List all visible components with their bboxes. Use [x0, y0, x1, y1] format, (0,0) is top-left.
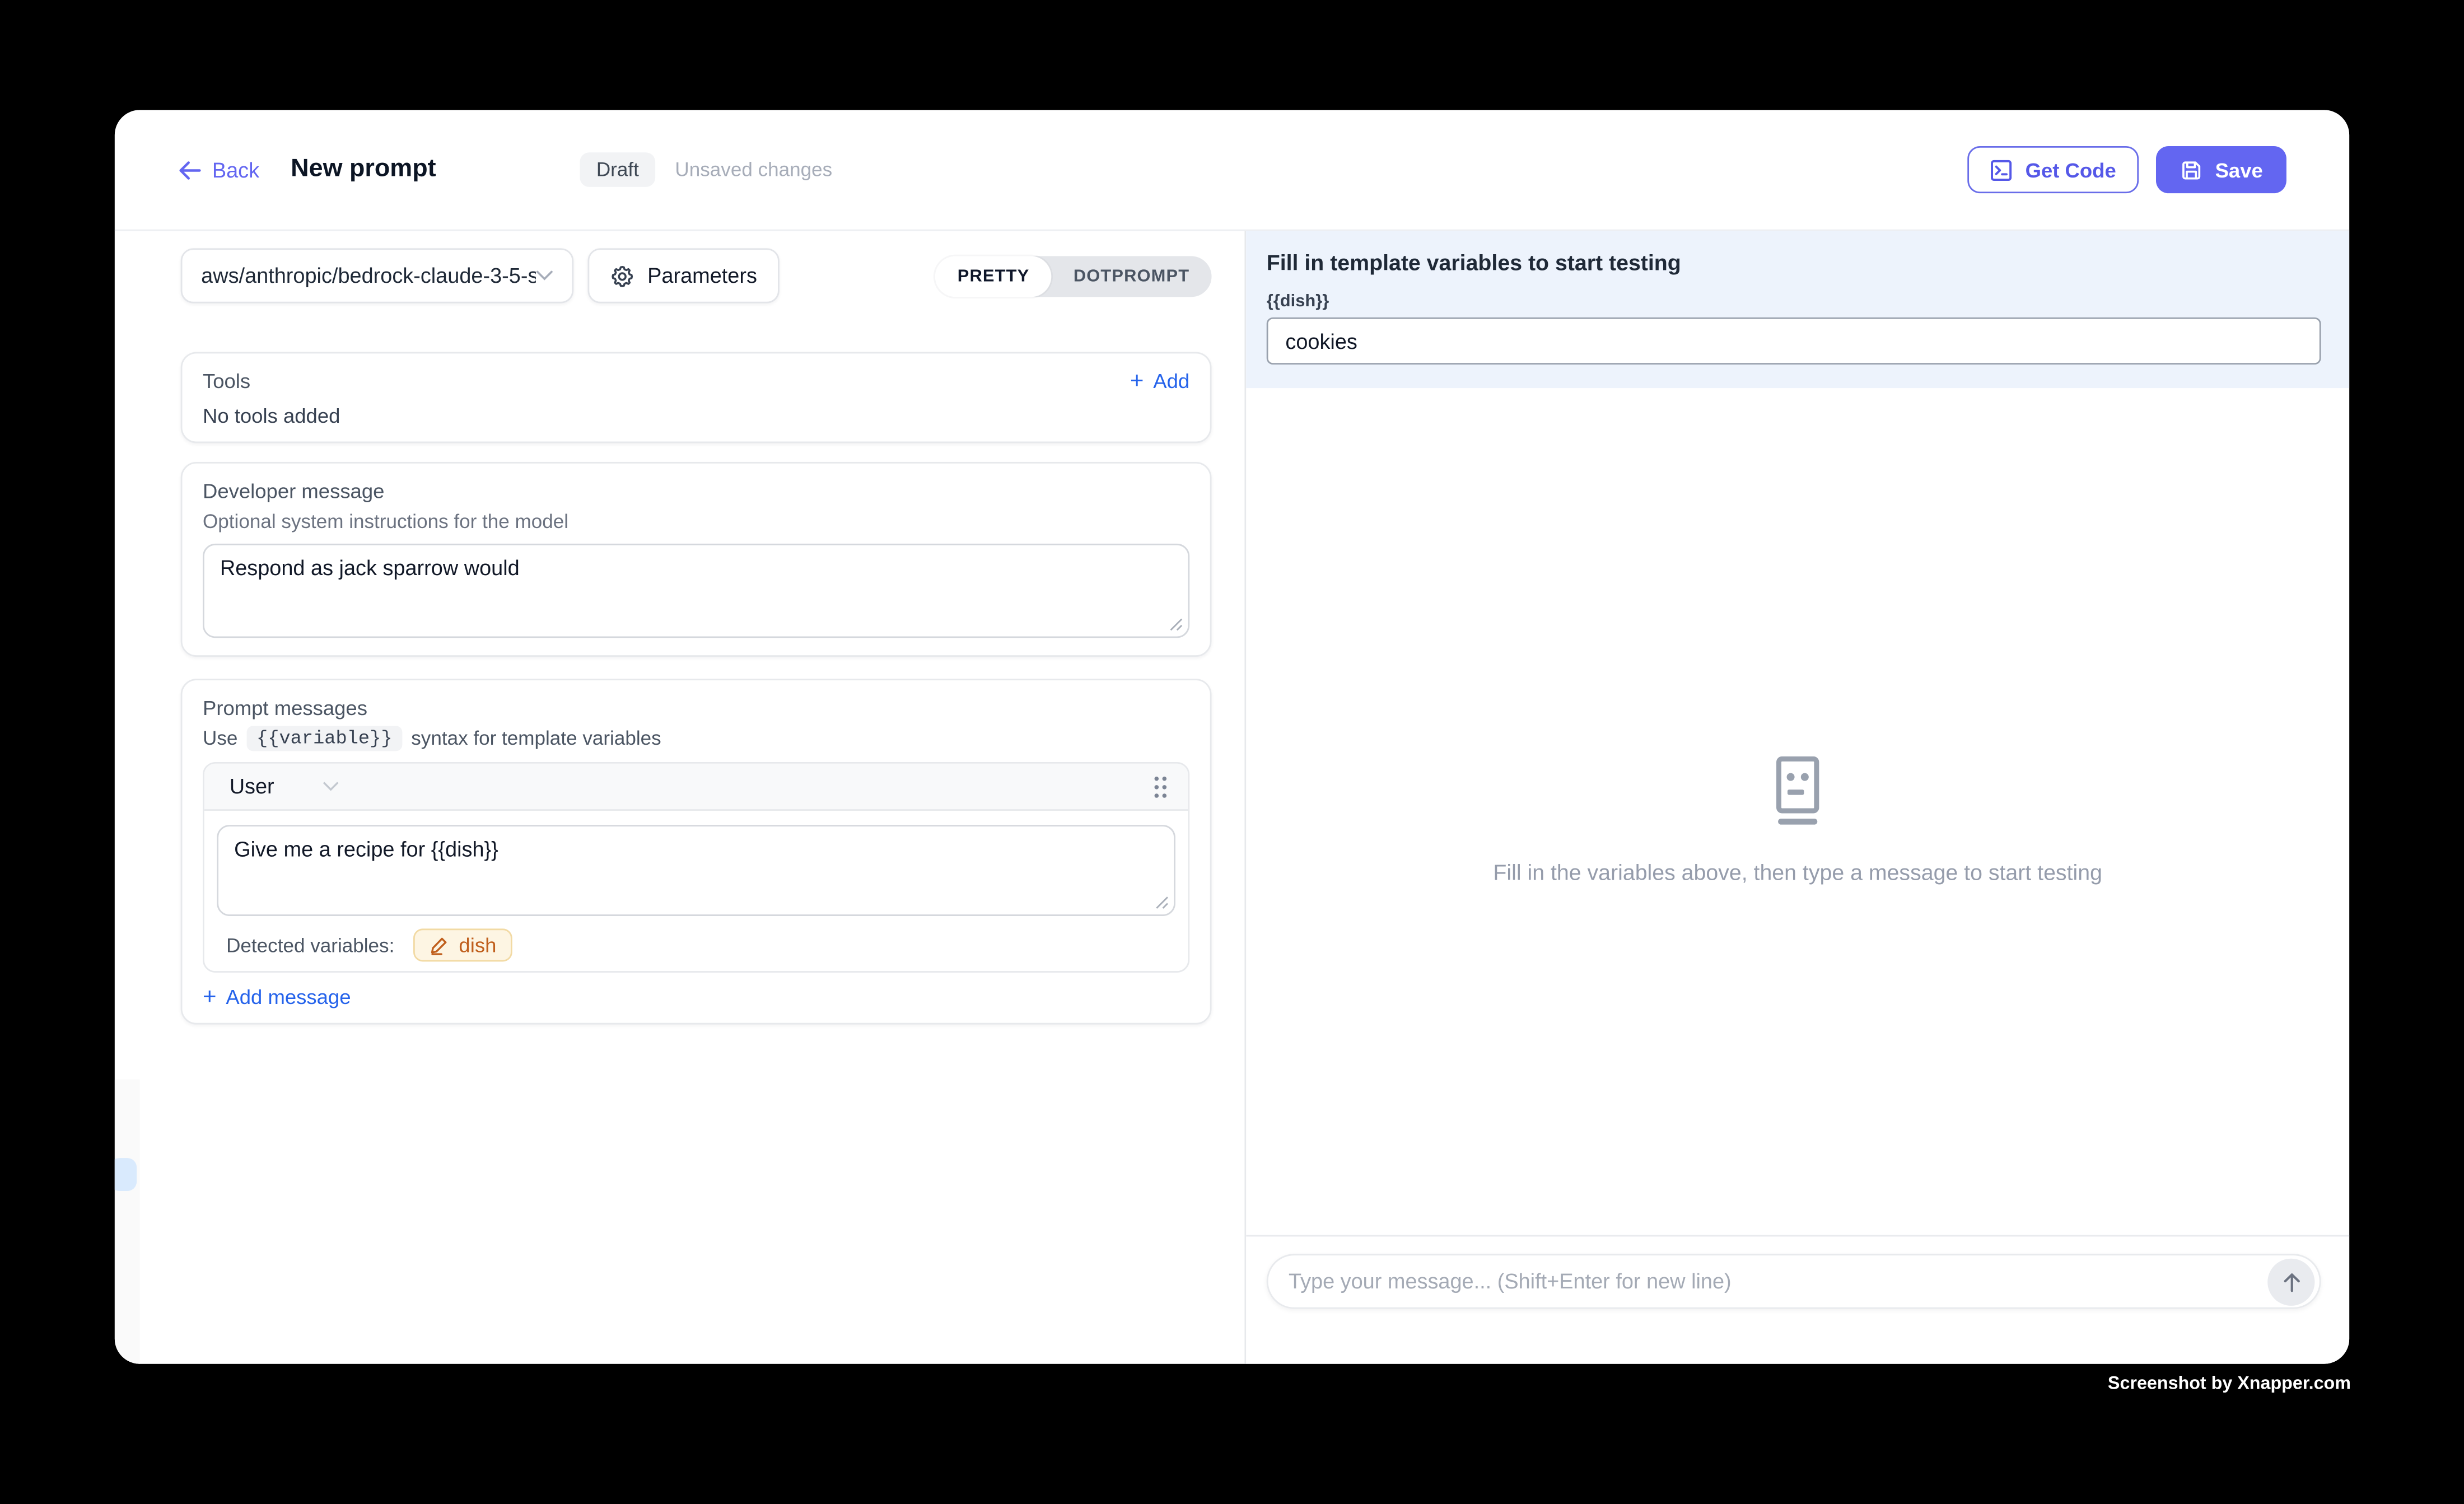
developer-message-card: Developer message Optional system instru… [181, 462, 1212, 657]
main-content: aws/anthropic/bedrock-claude-3-5-s... Pa… [115, 231, 2349, 1363]
header-bar: Back New prompt Draft Unsaved changes Ge… [115, 110, 2349, 231]
gear-icon [610, 263, 635, 288]
header-actions: Get Code Save [1967, 146, 2286, 193]
add-message-label: Add message [226, 985, 351, 1008]
role-selector[interactable]: User [230, 774, 339, 798]
terminal-icon [1989, 158, 2013, 181]
scale-viewport: Back New prompt Draft Unsaved changes Ge… [0, 0, 2464, 1504]
message-block: User Give me a recipe for {{ [203, 762, 1189, 973]
add-tool-button[interactable]: + Add [1130, 369, 1189, 393]
app-window: Back New prompt Draft Unsaved changes Ge… [115, 110, 2349, 1363]
status-badge: Draft [581, 152, 655, 187]
test-pane: Fill in template variables to start test… [1246, 231, 2349, 1363]
model-toolbar: aws/anthropic/bedrock-claude-3-5-s... Pa… [181, 248, 1212, 303]
pencil-icon [429, 935, 449, 955]
add-message-button[interactable]: + Add message [203, 985, 351, 1008]
arrow-up-icon [2281, 1271, 2301, 1292]
developer-message-subtitle: Optional system instructions for the mod… [203, 511, 1189, 533]
variables-panel-heading: Fill in template variables to start test… [1267, 250, 2321, 275]
message-textarea[interactable]: Give me a recipe for {{dish}} [217, 825, 1175, 916]
chevron-down-icon [536, 270, 553, 282]
plus-icon: + [203, 985, 217, 1008]
back-label: Back [212, 158, 259, 181]
detected-variables-row: Detected variables: dish [217, 928, 1175, 961]
role-label: User [230, 774, 274, 798]
plus-icon: + [1130, 369, 1144, 393]
tools-empty-text: No tools added [203, 404, 1189, 427]
chat-message-input[interactable] [1289, 1269, 2267, 1293]
save-button[interactable]: Save [2155, 146, 2286, 193]
save-icon [2179, 158, 2202, 181]
view-mode-toggle: PRETTY DOTPROMPT [936, 255, 1212, 296]
chevron-down-icon [321, 781, 339, 792]
back-arrow-icon [178, 160, 201, 180]
page-title: New prompt [291, 156, 436, 184]
hint-prefix: Use [203, 727, 237, 749]
resize-handle-icon[interactable] [1155, 895, 1169, 909]
variable-name-label: {{dish}} [1267, 292, 2321, 311]
get-code-label: Get Code [2026, 158, 2116, 181]
send-button[interactable] [2267, 1258, 2314, 1305]
prompt-messages-card: Prompt messages Use {{variable}} syntax … [181, 679, 1212, 1024]
hint-suffix: syntax for template variables [411, 727, 661, 749]
prompt-editor-pane: aws/anthropic/bedrock-claude-3-5-s... Pa… [115, 231, 1246, 1363]
message-body: Give me a recipe for {{dish}} Detected v… [204, 811, 1188, 971]
resize-handle-icon[interactable] [1169, 618, 1183, 632]
toggle-option-dotprompt[interactable]: DOTPROMPT [1052, 255, 1212, 296]
chat-input [1267, 1254, 2321, 1309]
prompt-messages-title: Prompt messages [203, 696, 1189, 720]
developer-message-textarea[interactable]: Respond as jack sparrow would [203, 544, 1189, 638]
model-selector[interactable]: aws/anthropic/bedrock-claude-3-5-s... [181, 248, 574, 303]
sidebar-selection-highlight [115, 1158, 137, 1191]
get-code-button[interactable]: Get Code [1967, 146, 2138, 193]
detected-variables-label: Detected variables: [226, 934, 394, 956]
chat-empty-text: Fill in the variables above, then type a… [1493, 860, 2102, 885]
variable-syntax-chip: {{variable}} [247, 726, 402, 751]
save-label: Save [2215, 158, 2263, 181]
chat-empty-state: Fill in the variables above, then type a… [1246, 756, 2349, 885]
developer-message-title: Developer message [203, 479, 1189, 503]
parameters-label: Parameters [647, 264, 757, 287]
back-button[interactable]: Back [178, 158, 259, 181]
variable-value-input[interactable] [1267, 317, 2321, 365]
add-tool-label: Add [1153, 369, 1189, 393]
drag-handle-icon[interactable] [1152, 774, 1169, 799]
watermark: Screenshot by Xnapper.com [2108, 1375, 2351, 1394]
variable-badge-label: dish [459, 933, 496, 957]
robot-icon [1766, 756, 1829, 825]
template-variables-panel: Fill in template variables to start test… [1246, 231, 2349, 388]
variable-badge[interactable]: dish [413, 928, 512, 961]
template-syntax-hint: Use {{variable}} syntax for template var… [203, 726, 1189, 751]
chat-input-bar [1246, 1235, 2349, 1364]
message-header: User [204, 764, 1188, 811]
toggle-option-pretty[interactable]: PRETTY [936, 255, 1052, 296]
model-selector-value: aws/anthropic/bedrock-claude-3-5-s... [201, 264, 536, 287]
tools-card: Tools + Add No tools added [181, 352, 1212, 443]
parameters-button[interactable]: Parameters [587, 248, 779, 303]
tools-title: Tools [203, 369, 250, 393]
sidebar-edge [115, 1080, 140, 1364]
unsaved-changes-note: Unsaved changes [675, 158, 832, 180]
